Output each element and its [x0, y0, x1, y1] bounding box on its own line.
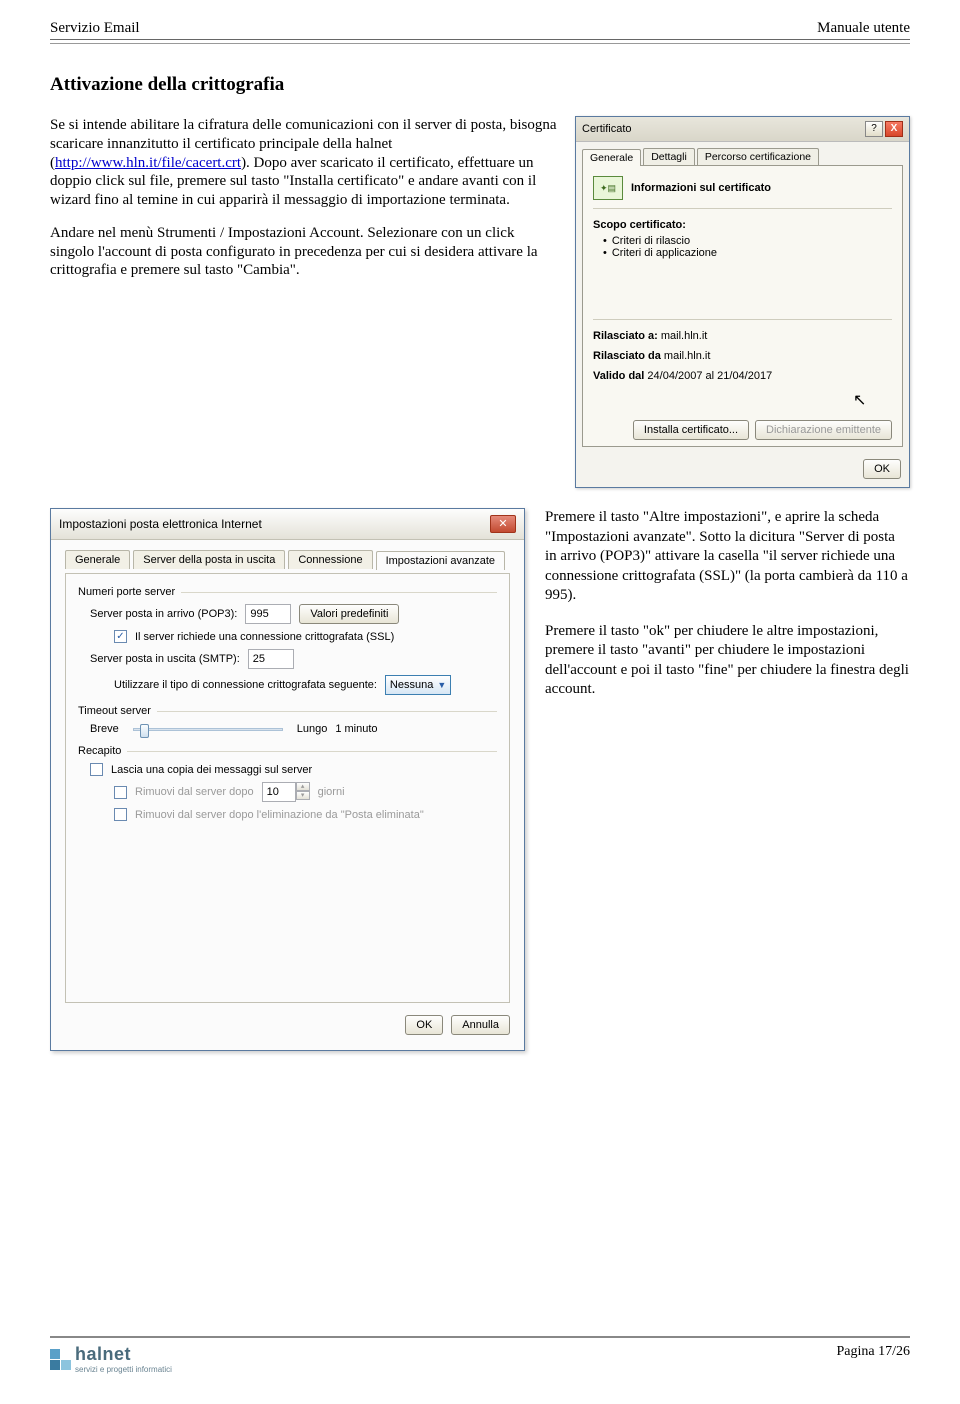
ssl-checkbox[interactable]: ✓	[114, 630, 127, 643]
cert-scope-bullets: Criteri di rilascio Criteri di applicazi…	[603, 235, 892, 259]
ports-section-label: Numeri porte server	[78, 586, 497, 598]
paragraph-2: Andare nel menù Strumenti / Impostazioni…	[50, 224, 560, 280]
mtab-generale[interactable]: Generale	[65, 550, 130, 569]
header-underline	[50, 43, 910, 44]
logo-icon	[50, 1349, 71, 1370]
tab-dettagli[interactable]: Dettagli	[643, 148, 695, 165]
remove-deleted-checkbox	[114, 808, 127, 821]
remove-after-label-a: Rimuovi dal server dopo	[135, 786, 254, 798]
paragraph-4: Premere il tasto "ok" per chiudere le al…	[545, 622, 910, 700]
cert-validity: Valido dal 24/04/2007 al 21/04/2017	[593, 370, 892, 382]
footer-brand: halnet	[75, 1344, 172, 1365]
remove-deleted-label: Rimuovi dal server dopo l'eliminazione d…	[135, 809, 424, 821]
chevron-down-icon: ▼	[437, 680, 446, 690]
mail-close-button[interactable]: ✕	[490, 515, 516, 533]
mtab-connection[interactable]: Connessione	[288, 550, 372, 569]
remove-after-label-b: giorni	[318, 786, 345, 798]
smtp-port-input[interactable]	[248, 649, 294, 669]
timeout-slider[interactable]	[133, 728, 283, 731]
leave-copy-checkbox[interactable]	[90, 763, 103, 776]
smtp-label: Server posta in uscita (SMTP):	[90, 653, 240, 665]
pop3-label: Server posta in arrivo (POP3):	[90, 608, 237, 620]
tab-percorso[interactable]: Percorso certificazione	[697, 148, 819, 165]
certificate-icon: ✦▤	[593, 176, 623, 200]
ssl-label: Il server richiede una connessione critt…	[135, 631, 394, 643]
cert-issued-to: Rilasciato a: mail.hln.it	[593, 330, 892, 342]
defaults-button[interactable]: Valori predefiniti	[299, 604, 399, 624]
cert-scope-label: Scopo certificato:	[593, 219, 892, 231]
page-header: Servizio Email Manuale utente	[50, 20, 910, 40]
help-button[interactable]: ?	[865, 121, 883, 137]
delivery-section-label: Recapito	[78, 745, 497, 757]
mtab-outgoing[interactable]: Server della posta in uscita	[133, 550, 285, 569]
mail-ok-button[interactable]: OK	[405, 1015, 443, 1035]
tab-generale[interactable]: Generale	[582, 149, 641, 166]
install-certificate-button[interactable]: Installa certificato...	[633, 420, 749, 440]
pop3-port-input[interactable]	[245, 604, 291, 624]
timeout-section-label: Timeout server	[78, 705, 497, 717]
days-spinner: ▴▾	[262, 782, 310, 802]
header-left: Servizio Email	[50, 20, 140, 37]
cursor-icon: ↖	[853, 390, 892, 410]
header-right: Manuale utente	[817, 20, 910, 37]
close-button[interactable]: X	[885, 121, 903, 137]
right-instructions: Premere il tasto "Altre impostazioni", e…	[545, 508, 910, 716]
cert-issued-by: Rilasciato da mail.hln.it	[593, 350, 892, 362]
mail-titlebar: Impostazioni posta elettronica Internet …	[51, 509, 524, 540]
timeout-value: 1 minuto	[335, 723, 377, 735]
mail-title-text: Impostazioni posta elettronica Internet	[59, 517, 262, 531]
mail-tabs: Generale Server della posta in uscita Co…	[65, 550, 510, 569]
cert-tabs: Generale Dettagli Percorso certificazion…	[576, 142, 909, 165]
footer-logo: halnet servizi e progetti informatici	[50, 1344, 172, 1374]
paragraph-3: Premere il tasto "Altre impostazioni", e…	[545, 508, 910, 606]
mail-settings-dialog: Impostazioni posta elettronica Internet …	[50, 508, 525, 1051]
remove-after-checkbox	[114, 786, 127, 799]
cert-ok-button[interactable]: OK	[863, 459, 901, 479]
cert-info-heading: Informazioni sul certificato	[631, 182, 771, 194]
certificate-dialog: Certificato ? X Generale Dettagli Percor…	[575, 116, 910, 488]
issuer-statement-button: Dichiarazione emittente	[755, 420, 892, 440]
cert-titlebar: Certificato ? X	[576, 117, 909, 142]
encryption-type-combo[interactable]: Nessuna ▼	[385, 675, 451, 695]
intro-text-column: Se si intende abilitare la cifratura del…	[50, 116, 560, 488]
spin-down-icon: ▾	[296, 791, 310, 800]
footer-tagline: servizi e progetti informatici	[75, 1365, 172, 1374]
cert-title-text: Certificato	[582, 123, 632, 135]
leave-copy-label: Lascia una copia dei messaggi sul server	[111, 764, 312, 776]
enc-type-label: Utilizzare il tipo di connessione critto…	[114, 679, 377, 691]
timeout-short-label: Breve	[90, 723, 119, 735]
section-title: Attivazione della crittografia	[50, 74, 910, 96]
timeout-long-label: Lungo	[297, 723, 328, 735]
page-number: Pagina 17/26	[837, 1344, 911, 1360]
spin-up-icon: ▴	[296, 782, 310, 791]
paragraph-1: Se si intende abilitare la cifratura del…	[50, 116, 560, 210]
cert-download-link[interactable]: http://www.hln.it/file/cacert.crt	[55, 155, 241, 171]
page-footer: halnet servizi e progetti informatici Pa…	[50, 1336, 910, 1374]
mail-cancel-button[interactable]: Annulla	[451, 1015, 510, 1035]
mtab-advanced[interactable]: Impostazioni avanzate	[376, 551, 505, 570]
